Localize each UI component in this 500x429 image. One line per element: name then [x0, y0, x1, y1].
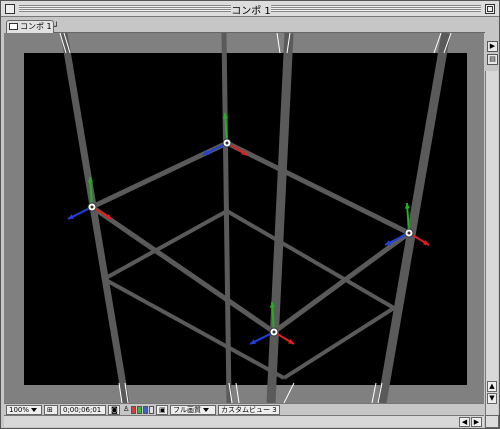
title-stripes-left	[19, 5, 231, 12]
title-stripes-right	[271, 5, 481, 12]
quality-dropdown[interactable]: フル画質	[170, 405, 216, 415]
timecode-field[interactable]: 0;00;06;01	[60, 405, 106, 415]
close-box[interactable]	[5, 4, 15, 14]
composition-viewport[interactable]	[4, 33, 484, 403]
red-channel-icon[interactable]	[131, 406, 136, 414]
options-menu-button[interactable]: ▤	[487, 54, 498, 65]
view-value: カスタムビュー 3	[221, 406, 277, 414]
chevron-down-icon	[31, 408, 38, 412]
view-dropdown[interactable]: カスタムビュー 3	[218, 405, 280, 415]
zoom-dropdown[interactable]: 100%	[6, 405, 42, 415]
light-point-center	[272, 330, 276, 334]
comp-area	[24, 53, 467, 385]
window-title: コンポ 1	[231, 6, 271, 17]
horizontal-scrollbar[interactable]: ◀ ▶	[4, 415, 484, 427]
zoom-value: 100%	[9, 406, 30, 414]
light-point-center	[407, 231, 411, 235]
bottom-toolbar: 100% ⊞ 0;00;06;01 ◙ ♙ ▣ フル画質 カスタムビュー 3	[4, 403, 484, 415]
alpha-channel-icon[interactable]	[149, 406, 154, 414]
scroll-down-button[interactable]: ▼	[487, 393, 497, 404]
tab-comp-1[interactable]: コンポ 1 ┘	[6, 20, 59, 33]
panel-menu-button[interactable]: ▶	[487, 41, 498, 52]
chevron-down-icon	[278, 408, 279, 412]
safe-zone-icon[interactable]: ⊞	[44, 405, 58, 415]
quality-value: フル画質	[173, 406, 201, 414]
blue-channel-icon[interactable]	[143, 406, 148, 414]
resize-grip[interactable]	[485, 415, 499, 428]
scene-canvas[interactable]	[4, 33, 484, 403]
scroll-right-button[interactable]: ▶	[471, 417, 482, 427]
person-icon[interactable]: ♙	[121, 405, 129, 415]
region-of-interest-icon[interactable]: ▣	[156, 405, 168, 415]
vertical-scrollbar[interactable]: ▲ ▼	[485, 71, 498, 415]
scroll-up-button[interactable]: ▲	[487, 381, 497, 392]
light-point-center	[90, 205, 94, 209]
chevron-down-icon	[203, 408, 209, 412]
snapshot-camera-icon[interactable]: ◙	[108, 405, 120, 415]
zoom-box[interactable]	[485, 4, 495, 14]
title-bar[interactable]: コンポ 1	[1, 1, 499, 17]
green-channel-icon[interactable]	[137, 406, 142, 414]
composition-icon	[9, 23, 18, 30]
tab-row: コンポ 1 ┘	[1, 17, 485, 33]
light-point-center	[225, 141, 229, 145]
comp-window: コンポ 1 コンポ 1 ┘ ▶ ▤ ▲ ▼ 100% ⊞ 0;00;06;01 …	[0, 0, 500, 429]
tab-label: コンポ 1 ┘	[20, 22, 59, 31]
scroll-left-button[interactable]: ◀	[459, 417, 470, 427]
